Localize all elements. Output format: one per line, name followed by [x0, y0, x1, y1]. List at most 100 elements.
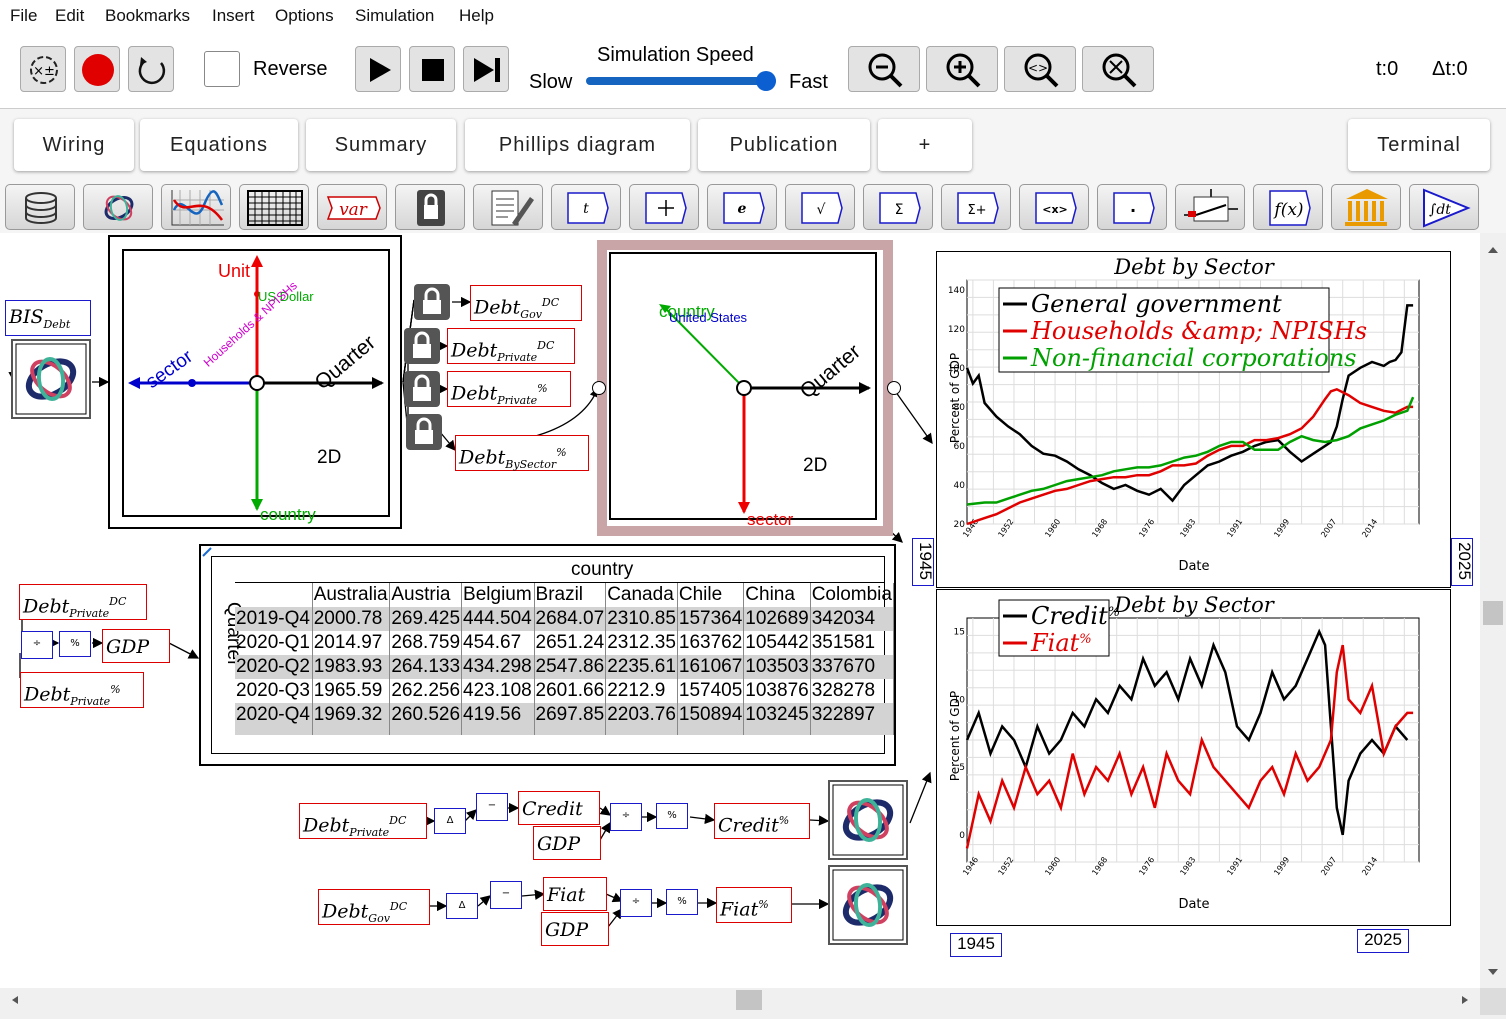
debt-bysector-pct-variable[interactable]: DebtBySector% — [455, 435, 589, 471]
table-cell[interactable]: 2310.85 — [605, 607, 678, 631]
record-button[interactable] — [74, 46, 120, 92]
subtract-operator-2[interactable]: − — [490, 881, 522, 909]
table-cell[interactable]: 157405 — [677, 679, 745, 703]
user-function-button[interactable]: f(x) — [1253, 184, 1323, 230]
table-cell[interactable]: 102689 — [743, 607, 811, 631]
recalculate-button[interactable]: ×± — [20, 46, 66, 92]
table-cell[interactable]: 268.759 — [389, 631, 463, 655]
subtract-operator-1[interactable]: − — [476, 793, 508, 821]
play-button[interactable] — [355, 46, 401, 92]
reset-button[interactable] — [128, 46, 174, 92]
debt-gov-dc-variable-2[interactable]: DebtGovDC — [318, 889, 430, 925]
sum-button[interactable]: Σ — [863, 184, 933, 230]
zoom-fit-button[interactable]: <> — [1004, 46, 1076, 92]
table-cell[interactable]: 103876 — [743, 679, 811, 703]
table-cell[interactable]: 322897 — [810, 703, 894, 727]
lock-4[interactable] — [406, 414, 442, 450]
fiat-variable[interactable]: Fiat — [543, 877, 607, 911]
percent-operator-1[interactable]: % — [59, 631, 91, 657]
step-button[interactable] — [463, 46, 509, 92]
table-cell[interactable]: 105442 — [743, 631, 811, 655]
plot-1-xmax-box[interactable]: 2025 — [1451, 538, 1474, 586]
plot-button[interactable] — [161, 184, 231, 230]
table-cell[interactable]: 2601.66 — [534, 679, 607, 703]
lock-1[interactable] — [414, 284, 450, 320]
lock-3[interactable] — [404, 371, 440, 407]
table-cell[interactable]: 337670 — [810, 655, 894, 679]
sheet-button[interactable] — [239, 184, 309, 230]
table-cell[interactable]: 2312.35 — [605, 631, 678, 655]
debt-private-dc-variable-2[interactable]: DebtPrivateDC — [19, 584, 147, 620]
ravel-logo-2[interactable] — [828, 780, 908, 860]
table-cell[interactable]: 2235.61 — [605, 655, 678, 679]
menu-options[interactable]: Options — [275, 6, 334, 26]
ravel-button[interactable] — [83, 184, 153, 230]
table-cell[interactable]: 444.504 — [461, 607, 535, 631]
table-cell[interactable]: 423.108 — [461, 679, 535, 703]
euler-button[interactable]: e — [707, 184, 777, 230]
table-cell[interactable]: 2651.24 — [534, 631, 607, 655]
ravel-2-input-port[interactable] — [592, 381, 606, 395]
ravel-logo-1[interactable] — [11, 339, 91, 419]
tab-add[interactable]: + — [878, 119, 972, 171]
table-cell[interactable]: 2212.9 — [605, 679, 678, 703]
table-cell[interactable]: 103245 — [743, 703, 811, 727]
debt-gov-dc-variable[interactable]: DebtGovDC — [470, 285, 582, 321]
data-table-widget[interactable]: country Quarter Australia Austria Belgium B… — [199, 544, 896, 766]
running-sum-button[interactable]: Σ+ — [941, 184, 1011, 230]
table-cell[interactable]: 419.56 — [461, 703, 535, 727]
integral-button[interactable]: ∫dt — [1409, 184, 1479, 230]
dot-button[interactable]: . — [1097, 184, 1167, 230]
table-cell[interactable]: 342034 — [810, 607, 894, 631]
switch-button[interactable] — [1175, 184, 1245, 230]
ravel-1[interactable]: Unit US Dollar sector Households & NPISH… — [108, 235, 402, 529]
debt-private-dc-variable-3[interactable]: DebtPrivateDC — [299, 803, 427, 839]
ravel-logo-3[interactable] — [828, 865, 908, 945]
table-cell[interactable]: 161067 — [677, 655, 745, 679]
menu-bookmarks[interactable]: Bookmarks — [105, 6, 190, 26]
sqrt-button[interactable]: √ — [785, 184, 855, 230]
table-cell[interactable]: 434.298 — [461, 655, 535, 679]
zoom-in-button[interactable] — [926, 46, 998, 92]
speed-slider-handle[interactable] — [756, 71, 776, 91]
table-cell[interactable]: 264.133 — [389, 655, 463, 679]
divide-operator-1[interactable]: ÷ — [21, 631, 53, 659]
wiring-canvas[interactable]: BISDebt Unit US Dollar sector Households… — [0, 233, 1480, 988]
plot-1-xmin-box[interactable]: 1945 — [912, 538, 935, 586]
variable-button[interactable]: var — [317, 184, 387, 230]
divide-operator-2[interactable]: ÷ — [610, 803, 642, 831]
reverse-checkbox[interactable] — [204, 51, 240, 87]
database-button[interactable] — [5, 184, 75, 230]
time-button[interactable]: t — [551, 184, 621, 230]
vertical-scrollbar[interactable] — [1480, 233, 1506, 988]
table-cell[interactable]: 2014.97 — [312, 631, 391, 655]
table-cell[interactable]: 2684.07 — [534, 607, 607, 631]
table-cell[interactable]: 1965.59 — [312, 679, 391, 703]
credit-variable[interactable]: Credit — [518, 791, 600, 825]
stop-button[interactable] — [409, 46, 455, 92]
bis-debt-variable[interactable]: BISDebt — [5, 300, 91, 336]
delta-operator-1[interactable]: Δ — [434, 808, 466, 834]
note-button[interactable] — [473, 184, 543, 230]
godley-table-button[interactable] — [1331, 184, 1401, 230]
table-cell[interactable]: 150894 — [677, 703, 745, 727]
debt-private-dc-variable[interactable]: DebtPrivateDC — [447, 328, 575, 364]
table-cell[interactable]: 351581 — [810, 631, 894, 655]
table-cell[interactable]: 1969.32 — [312, 703, 391, 727]
fiat-pct-variable[interactable]: Fiat% — [716, 887, 792, 923]
ravel-2[interactable]: country United States Quarter sector 2D — [597, 240, 893, 536]
percent-operator-2[interactable]: % — [656, 803, 688, 829]
table-cell[interactable]: 103503 — [743, 655, 811, 679]
menu-simulation[interactable]: Simulation — [355, 6, 434, 26]
plot-debt-by-sector[interactable]: 1946 1952 1960 1968 1976 1983 1991 1999 2007 2014… — [931, 251, 1451, 588]
table-cell[interactable]: 2547.86 — [534, 655, 607, 679]
gdp-variable-1[interactable]: GDP — [102, 629, 170, 663]
plot-credit-fiat[interactable]: 1946 1952 1960 1968 1976 1983 1991 1999 2007 2014… — [931, 589, 1451, 926]
debt-private-pct-variable-2[interactable]: DebtPrivate% — [20, 672, 144, 708]
menu-file[interactable]: File — [10, 6, 37, 26]
gdp-variable-3[interactable]: GDP — [541, 912, 609, 946]
lock-button[interactable] — [395, 184, 465, 230]
tab-wiring[interactable]: Wiring — [14, 119, 134, 171]
table-cell[interactable]: 2697.85 — [534, 703, 607, 727]
table-cell[interactable]: 2000.78 — [312, 607, 391, 631]
